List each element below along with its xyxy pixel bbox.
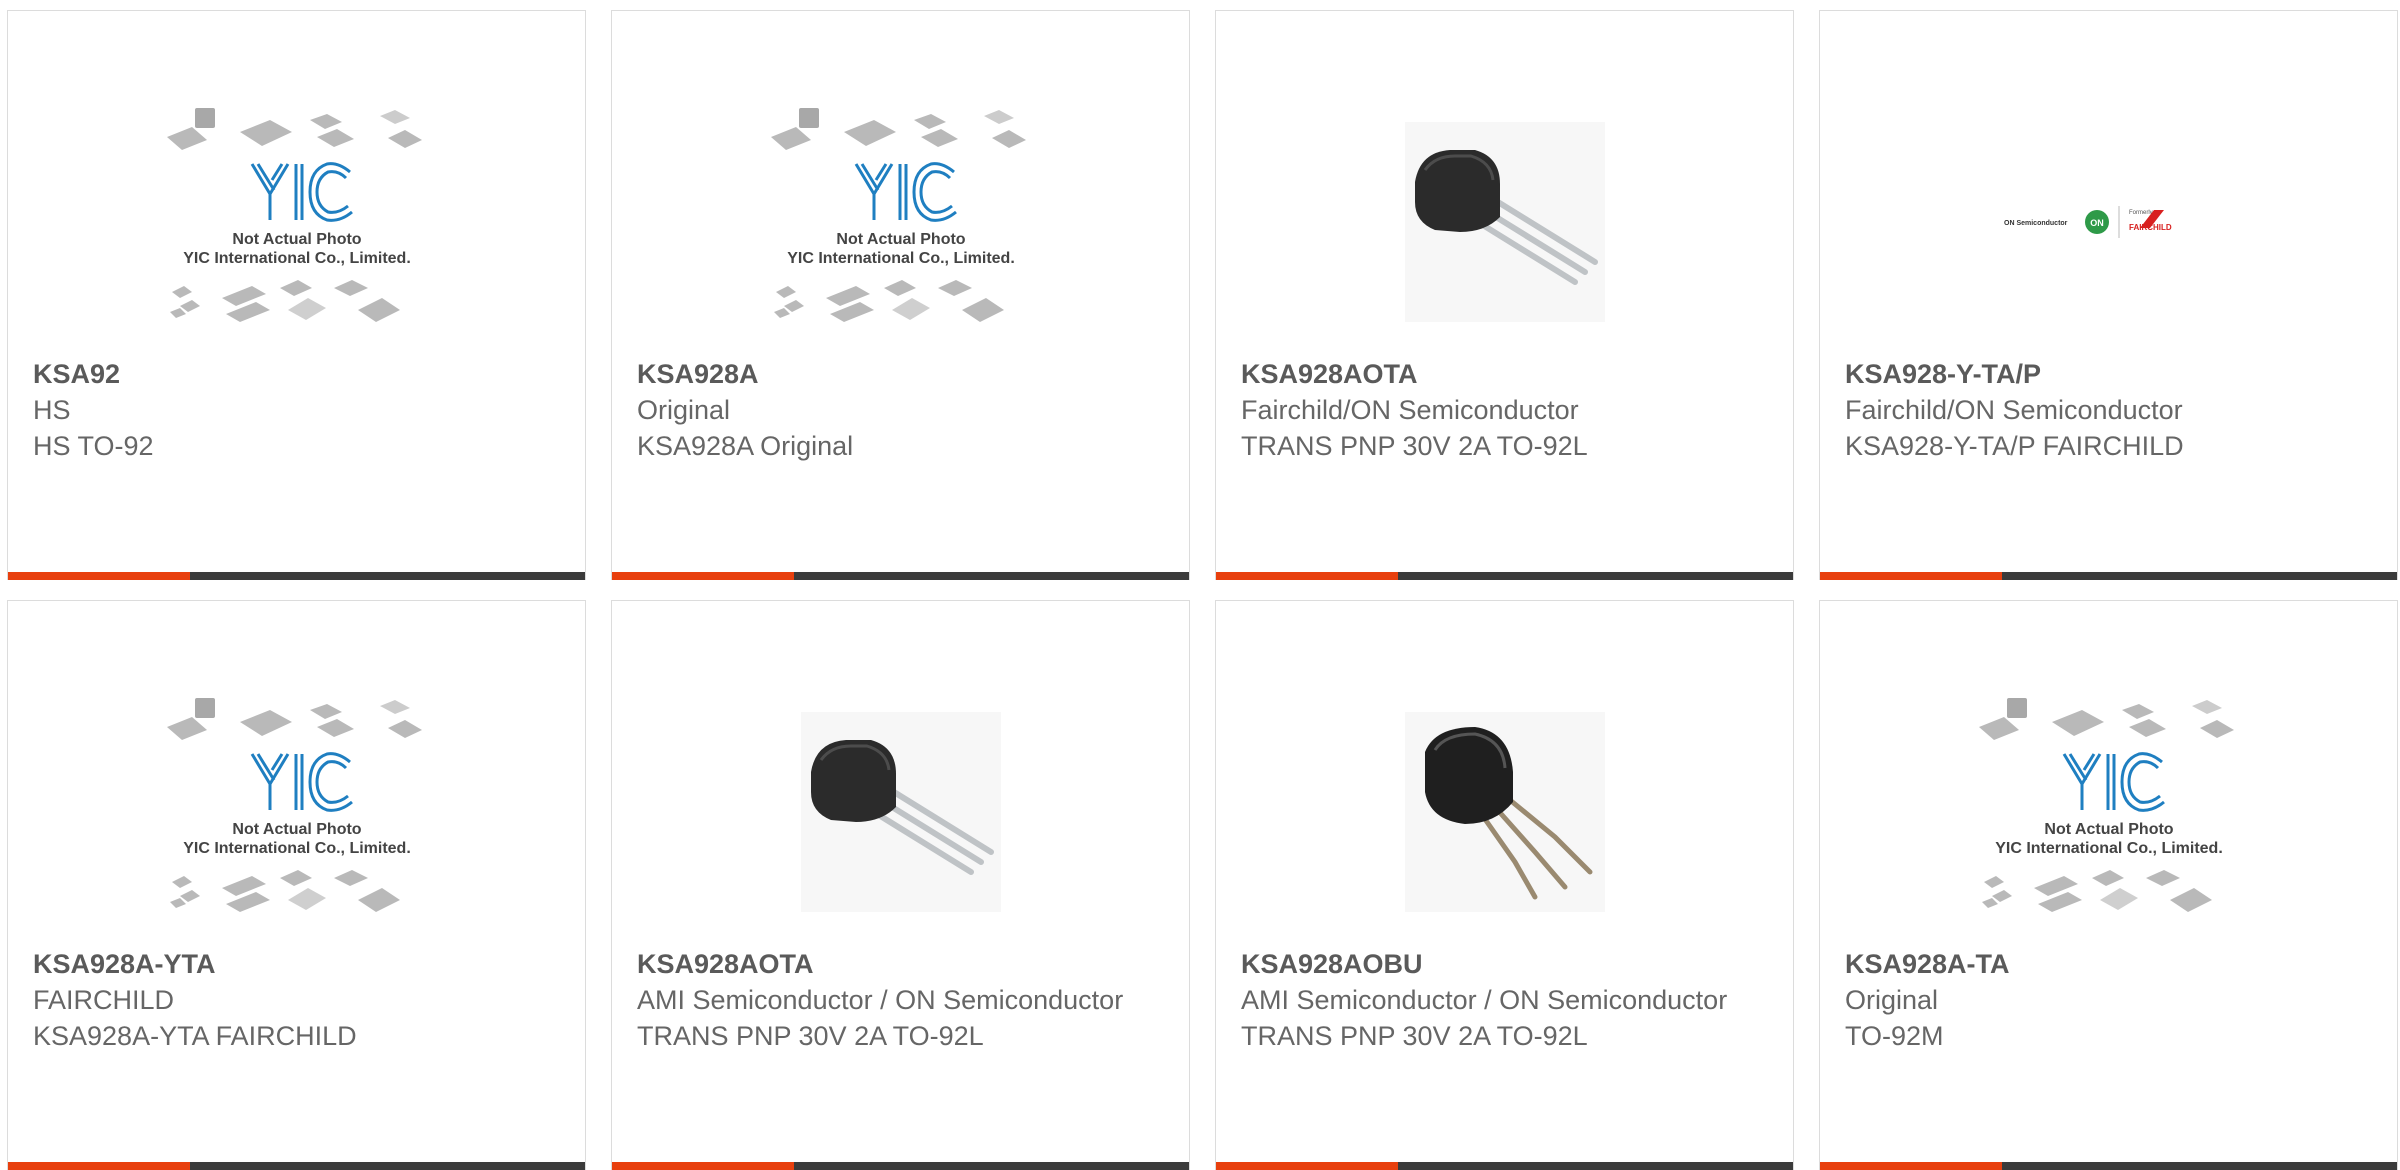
product-card[interactable]: Not Actual Photo YIC International Co., …	[7, 600, 586, 1170]
manufacturer: AMI Semiconductor / ON Semiconductor	[1241, 985, 1728, 1015]
card-footer-bar	[1820, 572, 2397, 580]
description: KSA928A-YTA FAIRCHILD	[33, 1021, 357, 1051]
part-number[interactable]: KSA928-Y-TA/P	[1845, 356, 2372, 392]
description: KSA928A Original	[637, 431, 854, 461]
part-number[interactable]: KSA928A	[637, 356, 1164, 392]
product-card[interactable]: KSA928AOTA AMI Semiconductor / ON Semico…	[611, 600, 1190, 1170]
card-footer-accent	[8, 572, 190, 580]
part-number[interactable]: KSA928A-TA	[1845, 946, 2372, 982]
svg-text:FAIRCHILD: FAIRCHILD	[2129, 223, 2172, 232]
to92-transistor-image	[612, 681, 1189, 943]
product-grid: Not Actual Photo YIC International Co., …	[7, 10, 2400, 1170]
product-info: KSA928AOTA AMI Semiconductor / ON Semico…	[637, 946, 1164, 1054]
card-footer-accent	[1216, 1162, 1398, 1170]
product-info: KSA928AOTA Fairchild/ON Semiconductor TR…	[1241, 356, 1768, 464]
card-footer-bar	[612, 572, 1189, 580]
product-info: KSA928A-YTA FAIRCHILD KSA928A-YTA FAIRCH…	[33, 946, 560, 1054]
part-number[interactable]: KSA92	[33, 356, 560, 392]
manufacturer: Fairchild/ON Semiconductor	[1845, 395, 2183, 425]
yic-placeholder-image: Not Actual Photo YIC International Co., …	[8, 91, 585, 353]
card-footer-accent	[612, 572, 794, 580]
svg-text:YIC International Co., Limited: YIC International Co., Limited.	[1995, 840, 2223, 857]
product-card[interactable]: ON Semiconductor ON Formerly FAIRCHILD K…	[1819, 10, 2398, 580]
description: KSA928-Y-TA/P FAIRCHILD	[1845, 431, 2184, 461]
manufacturer: HS	[33, 395, 71, 425]
product-info: KSA92 HS HS TO-92	[33, 356, 560, 464]
description: TRANS PNP 30V 2A TO-92L	[1241, 1021, 1588, 1051]
product-info: KSA928AOBU AMI Semiconductor / ON Semico…	[1241, 946, 1768, 1054]
description: TRANS PNP 30V 2A TO-92L	[637, 1021, 984, 1051]
description: TO-92M	[1845, 1021, 1944, 1051]
product-info: KSA928A-TA Original TO-92M	[1845, 946, 2372, 1054]
svg-text:Not Actual Photo: Not Actual Photo	[232, 821, 361, 838]
product-card[interactable]: KSA928AOBU AMI Semiconductor / ON Semico…	[1215, 600, 1794, 1170]
manufacturer: Fairchild/ON Semiconductor	[1241, 395, 1579, 425]
product-card[interactable]: KSA928AOTA Fairchild/ON Semiconductor TR…	[1215, 10, 1794, 580]
svg-text:ON: ON	[2090, 218, 2104, 228]
product-card[interactable]: Not Actual Photo YIC International Co., …	[7, 10, 586, 580]
card-footer-accent	[1820, 572, 2002, 580]
card-footer-accent	[612, 1162, 794, 1170]
manufacturer: FAIRCHILD	[33, 985, 175, 1015]
card-footer-bar	[8, 1162, 585, 1170]
card-footer-bar	[8, 572, 585, 580]
svg-text:Not Actual Photo: Not Actual Photo	[232, 231, 361, 248]
part-number[interactable]: KSA928AOTA	[637, 946, 1164, 982]
card-footer-bar	[612, 1162, 1189, 1170]
card-footer-bar	[1216, 572, 1793, 580]
card-footer-bar	[1820, 1162, 2397, 1170]
part-number[interactable]: KSA928AOTA	[1241, 356, 1768, 392]
svg-text:Not Actual Photo: Not Actual Photo	[836, 231, 965, 248]
onsemi-fairchild-logo-image: ON Semiconductor ON Formerly FAIRCHILD	[1820, 91, 2397, 353]
card-footer-accent	[1820, 1162, 2002, 1170]
product-info: KSA928A Original KSA928A Original	[637, 356, 1164, 464]
description: TRANS PNP 30V 2A TO-92L	[1241, 431, 1588, 461]
part-number[interactable]: KSA928AOBU	[1241, 946, 1768, 982]
product-card[interactable]: Not Actual Photo YIC International Co., …	[611, 10, 1190, 580]
yic-placeholder-image: Not Actual Photo YIC International Co., …	[8, 681, 585, 943]
svg-text:YIC International Co., Limited: YIC International Co., Limited.	[183, 250, 411, 267]
yic-placeholder-image: Not Actual Photo YIC International Co., …	[612, 91, 1189, 353]
card-footer-accent	[8, 1162, 190, 1170]
svg-text:Not Actual Photo: Not Actual Photo	[2044, 821, 2173, 838]
to92l-transistor-image	[1216, 681, 1793, 943]
svg-text:YIC International Co., Limited: YIC International Co., Limited.	[183, 840, 411, 857]
description: HS TO-92	[33, 431, 154, 461]
svg-text:ON Semiconductor: ON Semiconductor	[2004, 220, 2068, 227]
product-card[interactable]: Not Actual Photo YIC International Co., …	[1819, 600, 2398, 1170]
yic-placeholder-image: Not Actual Photo YIC International Co., …	[1820, 681, 2397, 943]
card-footer-accent	[1216, 572, 1398, 580]
manufacturer: Original	[1845, 985, 1939, 1015]
svg-text:Formerly: Formerly	[2129, 210, 2153, 216]
to92-transistor-image	[1216, 91, 1793, 353]
product-info: KSA928-Y-TA/P Fairchild/ON Semiconductor…	[1845, 356, 2372, 464]
svg-text:YIC International Co., Limited: YIC International Co., Limited.	[787, 250, 1015, 267]
manufacturer: Original	[637, 395, 731, 425]
card-footer-bar	[1216, 1162, 1793, 1170]
part-number[interactable]: KSA928A-YTA	[33, 946, 560, 982]
manufacturer: AMI Semiconductor / ON Semiconductor	[637, 985, 1124, 1015]
